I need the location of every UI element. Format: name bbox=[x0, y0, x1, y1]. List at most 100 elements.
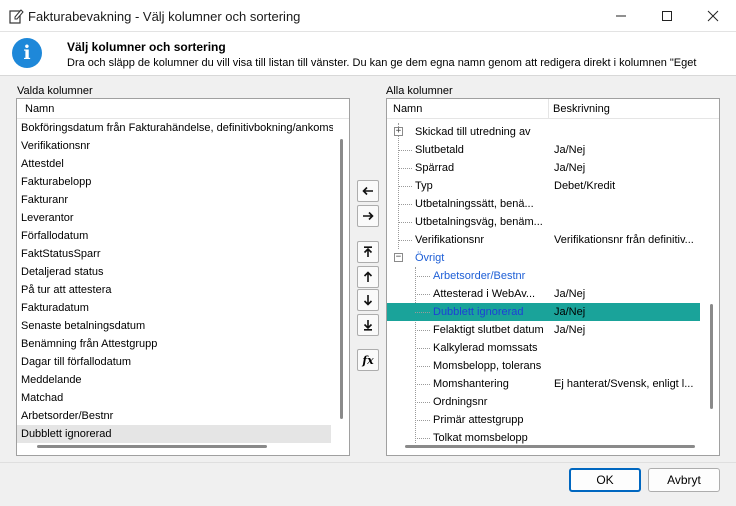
info-icon: i bbox=[12, 38, 42, 68]
selected-columns-label: Valda kolumner bbox=[17, 85, 93, 97]
tree-row[interactable]: Typ Debet/Kredit bbox=[387, 177, 700, 195]
tree-row-description: Ja/Nej bbox=[554, 144, 586, 156]
all-columns-tree[interactable]: Namn Beskrivning + Skickad till utredning… bbox=[386, 98, 720, 456]
list-item[interactable]: Fakturanr bbox=[17, 191, 331, 209]
tree-row[interactable]: + Skickad till utredning av bbox=[387, 123, 700, 141]
tree-row[interactable]: Momsbelopp, tolerans bbox=[387, 357, 700, 375]
tree-row[interactable]: Ordningsnr bbox=[387, 393, 700, 411]
tree-connector bbox=[398, 204, 412, 205]
list-item[interactable]: Fakturadatum bbox=[17, 299, 331, 317]
formula-button[interactable]: fx bbox=[357, 349, 379, 371]
function-fx-icon: fx bbox=[362, 353, 374, 367]
tree-row[interactable]: Primär attestgrupp bbox=[387, 411, 700, 429]
list-item[interactable]: Detaljerad status bbox=[17, 263, 331, 281]
horizontal-scrollbar[interactable] bbox=[405, 445, 695, 448]
tree-row-name: Kalkylerad momssats bbox=[433, 342, 538, 354]
tree-connector bbox=[415, 276, 430, 277]
minimize-icon bbox=[616, 15, 626, 17]
move-right-button[interactable] bbox=[357, 205, 379, 227]
tree-row-name: Felaktigt slutbet datum bbox=[433, 324, 544, 336]
minimize-button[interactable] bbox=[598, 0, 644, 32]
list-item[interactable]: Fakturabelopp bbox=[17, 173, 331, 191]
list-item[interactable]: Senaste betalningsdatum bbox=[17, 317, 331, 335]
tree-row[interactable]: Felaktigt slutbet datum Ja/Nej bbox=[387, 321, 700, 339]
maximize-button[interactable] bbox=[644, 0, 690, 32]
tree-connector bbox=[415, 312, 430, 313]
tree-row-description: Ej hanterat/Svensk, enligt l... bbox=[554, 378, 694, 390]
tree-connector bbox=[398, 150, 412, 151]
tree-connector bbox=[398, 240, 412, 241]
list-item[interactable]: Meddelande bbox=[17, 371, 331, 389]
arrow-up-icon bbox=[363, 271, 373, 282]
tree-row-name: Dubblett ignorerad bbox=[433, 306, 524, 318]
move-left-button[interactable] bbox=[357, 180, 379, 202]
list-item[interactable]: Förfallodatum bbox=[17, 227, 331, 245]
move-bottom-button[interactable] bbox=[357, 314, 379, 336]
tree-row[interactable]: Slutbetald Ja/Nej bbox=[387, 141, 700, 159]
ok-button[interactable]: OK bbox=[569, 468, 641, 492]
column-header-name: Namn bbox=[393, 103, 423, 115]
header-description: Dra och släpp de kolumner du vill visa t… bbox=[67, 57, 697, 69]
close-button[interactable] bbox=[690, 0, 736, 32]
tree-row[interactable]: Arbetsorder/Bestnr bbox=[387, 267, 700, 285]
tree-connector bbox=[415, 402, 430, 403]
tree-row-name: Attesterad i WebAv... bbox=[433, 288, 536, 300]
tree-row-description: Debet/Kredit bbox=[554, 180, 616, 192]
tree-row[interactable]: Utbetalningssätt, benä... bbox=[387, 195, 700, 213]
arrow-right-icon bbox=[363, 211, 374, 221]
list-item[interactable]: Attestdel bbox=[17, 155, 331, 173]
tree-row[interactable]: Verifikationsnr Verifikationsnr från defi… bbox=[387, 231, 700, 249]
list-item[interactable]: Bokföringsdatum från Fakturahändelse, de… bbox=[17, 119, 333, 137]
tree-connector bbox=[415, 438, 430, 439]
tree-row[interactable]: − Övrigt bbox=[387, 249, 700, 267]
tree-connector bbox=[415, 366, 430, 367]
move-down-button[interactable] bbox=[357, 289, 379, 311]
list-item[interactable]: Matchad bbox=[17, 389, 331, 407]
list-item[interactable]: Dagar till förfallodatum bbox=[17, 353, 331, 371]
tree-connector bbox=[415, 294, 430, 295]
maximize-icon bbox=[662, 11, 672, 21]
move-up-button[interactable] bbox=[357, 266, 379, 288]
arrow-to-top-icon bbox=[363, 246, 373, 257]
tree-connector bbox=[415, 348, 430, 349]
horizontal-scrollbar[interactable] bbox=[37, 445, 267, 448]
tree-row-name: Typ bbox=[415, 180, 433, 192]
vertical-scrollbar[interactable] bbox=[340, 139, 343, 419]
close-icon bbox=[707, 10, 719, 22]
arrow-down-icon bbox=[363, 295, 373, 306]
list-item[interactable]: Benämning från Attestgrupp bbox=[17, 335, 331, 353]
arrow-to-bottom-icon bbox=[363, 320, 373, 331]
tree-column-header[interactable]: Namn Beskrivning bbox=[387, 99, 719, 119]
tree-connector bbox=[415, 384, 430, 385]
move-top-button[interactable] bbox=[357, 241, 379, 263]
vertical-scrollbar[interactable] bbox=[710, 304, 713, 409]
tree-row[interactable]: Dubblett ignorerad Ja/Nej bbox=[387, 303, 700, 321]
tree-row[interactable]: Utbetalningsväg, benäm... bbox=[387, 213, 700, 231]
list-item[interactable]: FaktStatusSparr bbox=[17, 245, 331, 263]
tree-row-name: Spärrad bbox=[415, 162, 455, 174]
expand-icon[interactable]: + bbox=[394, 127, 403, 136]
tree-row-name: Slutbetald bbox=[415, 144, 464, 156]
tree-row[interactable]: Kalkylerad momssats bbox=[387, 339, 700, 357]
tree-row-name: Skickad till utredning av bbox=[415, 126, 531, 138]
list-column-header[interactable]: Namn bbox=[17, 99, 349, 119]
list-item[interactable]: Arbetsorder/Bestnr bbox=[17, 407, 331, 425]
tree-row-name: Utbetalningssätt, benä... bbox=[415, 198, 534, 210]
tree-connector bbox=[398, 186, 412, 187]
selected-columns-list[interactable]: Namn Bokföringsdatum från Fakturahändels… bbox=[16, 98, 350, 456]
cancel-button[interactable]: Avbryt bbox=[648, 468, 720, 492]
tree-row-description: Ja/Nej bbox=[554, 288, 586, 300]
column-separator[interactable] bbox=[548, 99, 549, 119]
list-item[interactable]: På tur att attestera bbox=[17, 281, 331, 299]
list-item[interactable]: Verifikationsnr bbox=[17, 137, 331, 155]
column-header-description: Beskrivning bbox=[553, 103, 610, 115]
list-item[interactable]: Dubblett ignorerad bbox=[17, 425, 331, 443]
list-item[interactable]: Leverantor bbox=[17, 209, 331, 227]
tree-row[interactable]: Momshantering Ej hanterat/Svensk, enligt … bbox=[387, 375, 700, 393]
collapse-icon[interactable]: − bbox=[394, 253, 403, 262]
tree-row-description: Ja/Nej bbox=[554, 306, 586, 318]
all-columns-label: Alla kolumner bbox=[386, 85, 453, 97]
header-title: Välj kolumner och sortering bbox=[67, 40, 226, 54]
tree-row[interactable]: Attesterad i WebAv... Ja/Nej bbox=[387, 285, 700, 303]
tree-row[interactable]: Spärrad Ja/Nej bbox=[387, 159, 700, 177]
